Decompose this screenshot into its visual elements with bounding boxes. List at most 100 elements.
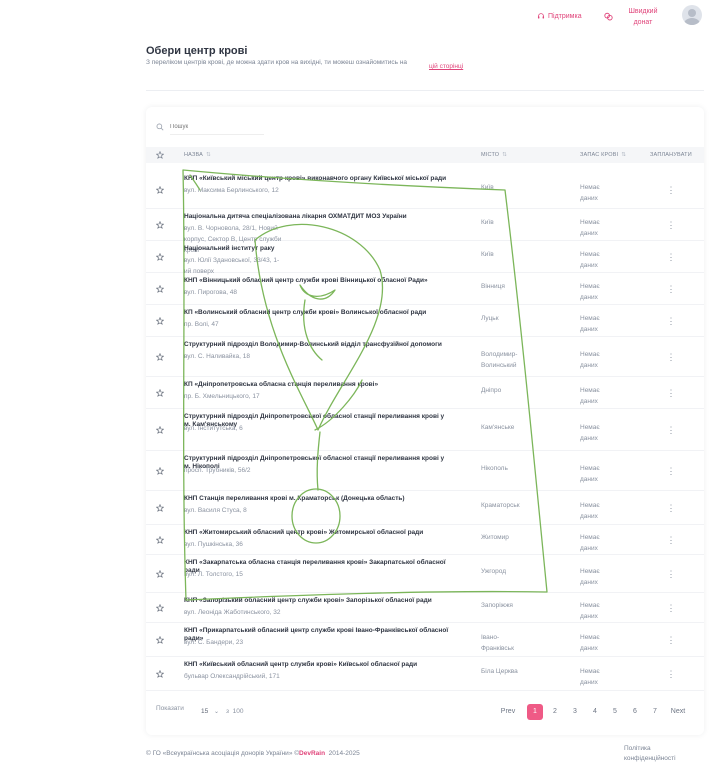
center-name[interactable]: КНП «Вінницький обласний центр служби кр…: [184, 277, 449, 285]
star-outline-icon[interactable]: [156, 253, 164, 261]
user-icon: [684, 9, 700, 25]
center-name[interactable]: КНП «Запорізький обласний центр служби к…: [184, 597, 449, 605]
column-header-city[interactable]: МІСТО ⇅: [481, 152, 507, 158]
more-options-icon[interactable]: ⋮: [666, 388, 676, 399]
more-options-icon[interactable]: ⋮: [666, 425, 676, 436]
table-row[interactable]: Структурний підрозділ Дніпропетровської …: [146, 451, 704, 491]
more-options-icon[interactable]: ⋮: [666, 185, 676, 196]
privacy-policy-link[interactable]: Політика конфіденційності: [624, 744, 694, 763]
star-outline-icon[interactable]: [156, 536, 164, 544]
star-outline-icon[interactable]: [156, 186, 164, 194]
more-options-icon[interactable]: ⋮: [666, 352, 676, 363]
coins-icon: [604, 12, 613, 21]
blood-stock-status: Немає даних: [580, 602, 600, 620]
pagination-page-7[interactable]: 7: [647, 704, 663, 720]
more-options-icon[interactable]: ⋮: [666, 603, 676, 614]
blood-stock-status: Немає даних: [580, 534, 600, 552]
table-row[interactable]: КНП «Київський міський центр крові» вико…: [146, 171, 704, 209]
weekend-centers-link[interactable]: цій сторінці: [429, 63, 463, 70]
blood-stock-status: Немає даних: [580, 502, 600, 520]
avatar[interactable]: [682, 5, 702, 25]
star-outline-icon[interactable]: [156, 389, 164, 397]
star-outline-icon[interactable]: [156, 353, 164, 361]
star-outline-icon[interactable]: [156, 467, 164, 475]
pagination-next[interactable]: Next: [670, 704, 686, 720]
star-outline-icon[interactable]: [156, 317, 164, 325]
table-row[interactable]: Національна дитяча спеціалізована лікарн…: [146, 209, 704, 254]
sort-icon: ⇅: [502, 152, 508, 158]
center-address: вул. Пирогова, 48: [184, 289, 238, 296]
center-address: пр. Волі, 47: [184, 321, 219, 328]
blood-stock-status: Немає даних: [580, 424, 600, 442]
table-row[interactable]: Національний інститут раку вул. Юлії Здан…: [146, 241, 704, 275]
table-row[interactable]: КНП «Закарпатська обласна станція перели…: [146, 555, 704, 593]
column-header-schedule: ЗАПЛАНУВАТИ: [650, 152, 692, 158]
chevron-down-icon[interactable]: ⌄: [214, 708, 219, 715]
center-name[interactable]: КНП «Житомирський обласний центр крові» …: [184, 529, 449, 537]
column-header-stock[interactable]: ЗАПАС КРОВІ ⇅: [580, 152, 626, 158]
table-row[interactable]: КНП «Запорізький обласний центр служби к…: [146, 593, 704, 623]
center-city: Вінниця: [481, 283, 505, 290]
devrain-link[interactable]: DevRain: [299, 750, 325, 757]
center-city: Запоріжжя: [481, 602, 513, 609]
more-options-icon[interactable]: ⋮: [666, 669, 676, 680]
table-row[interactable]: КНП «Київський обласний центр служби кро…: [146, 657, 704, 691]
pagination-page-3[interactable]: 3: [567, 704, 583, 720]
star-outline-icon[interactable]: [156, 221, 164, 229]
center-name[interactable]: Національна дитяча спеціалізована лікарн…: [184, 213, 449, 221]
more-options-icon[interactable]: ⋮: [666, 535, 676, 546]
center-name[interactable]: Структурний підрозділ Володимир-Волинськ…: [184, 341, 449, 349]
table-row[interactable]: Структурний підрозділ Володимир-Волинськ…: [146, 337, 704, 377]
more-options-icon[interactable]: ⋮: [666, 284, 676, 295]
divider: [146, 90, 704, 91]
center-name[interactable]: КНП Станція переливання крові м. Крамато…: [184, 495, 449, 503]
pagination-page-2[interactable]: 2: [547, 704, 563, 720]
star-outline-icon[interactable]: [156, 670, 164, 678]
support-link[interactable]: Підтримка: [537, 12, 582, 20]
column-header-name[interactable]: НАЗВА ⇅: [184, 152, 211, 158]
center-name[interactable]: Національний інститут раку: [184, 245, 449, 253]
center-city: Київ: [481, 184, 494, 191]
search-icon: [156, 123, 164, 131]
more-options-icon[interactable]: ⋮: [666, 252, 676, 263]
more-options-icon[interactable]: ⋮: [666, 569, 676, 580]
center-address: вул. С. Бандери, 23: [184, 639, 244, 646]
center-name[interactable]: КНП «Київський міський центр крові» вико…: [184, 175, 449, 183]
table-row[interactable]: КП «Волинський обласний центр служби кро…: [146, 305, 704, 337]
star-outline-icon[interactable]: [156, 604, 164, 612]
search-input[interactable]: [170, 119, 264, 135]
copyright: © ГО «Всеукраїнська асоціація донорів Ук…: [146, 750, 360, 757]
more-options-icon[interactable]: ⋮: [666, 635, 676, 646]
table-row[interactable]: КНП Станція переливання крові м. Крамато…: [146, 491, 704, 525]
star-outline-icon[interactable]: [156, 570, 164, 578]
pagination-page-5[interactable]: 5: [607, 704, 623, 720]
quick-donate-link[interactable]: Швидкий донат: [625, 6, 661, 28]
pagination-page-1[interactable]: 1: [527, 704, 543, 720]
more-options-icon[interactable]: ⋮: [666, 466, 676, 477]
table-row[interactable]: КНП «Прикарпатський обласний центр служб…: [146, 623, 704, 657]
table-row[interactable]: Структурний підрозділ Дніпропетровської …: [146, 409, 704, 451]
more-options-icon[interactable]: ⋮: [666, 503, 676, 514]
blood-stock-status: Немає даних: [580, 668, 600, 686]
star-outline-icon[interactable]: [156, 151, 164, 159]
center-address: вул. Леоніда Жаботинського, 32: [184, 609, 281, 616]
pagination-prev[interactable]: Prev: [500, 704, 516, 720]
more-options-icon[interactable]: ⋮: [666, 220, 676, 231]
star-outline-icon[interactable]: [156, 285, 164, 293]
more-options-icon[interactable]: ⋮: [666, 316, 676, 327]
pagination-page-6[interactable]: 6: [627, 704, 643, 720]
table-row[interactable]: КНП «Вінницький обласний центр служби кр…: [146, 273, 704, 305]
center-address: вул. Максима Берлинського, 12: [184, 187, 279, 194]
pagination-page-4[interactable]: 4: [587, 704, 603, 720]
star-outline-icon[interactable]: [156, 636, 164, 644]
table-row[interactable]: КНП «Житомирський обласний центр крові» …: [146, 525, 704, 555]
center-city: Київ: [481, 219, 494, 226]
star-outline-icon[interactable]: [156, 504, 164, 512]
center-name[interactable]: КНП «Київський обласний центр служби кро…: [184, 661, 449, 669]
center-name[interactable]: КП «Волинський обласний центр служби кро…: [184, 309, 449, 317]
blood-stock-status: Немає даних: [580, 315, 600, 333]
table-row[interactable]: КП «Дніпропетровська обласна станція пер…: [146, 377, 704, 409]
star-outline-icon[interactable]: [156, 426, 164, 434]
center-name[interactable]: КП «Дніпропетровська обласна станція пер…: [184, 381, 449, 389]
page-size-select[interactable]: 15: [201, 708, 208, 715]
